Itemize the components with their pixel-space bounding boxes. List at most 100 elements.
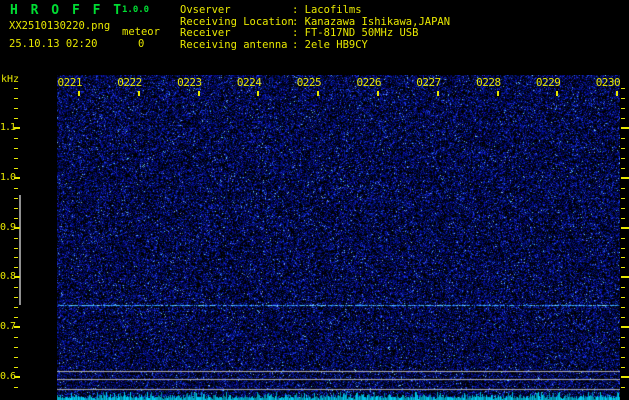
freq-minor-tick-right: [621, 147, 625, 149]
freq-minor-tick-right: [621, 157, 625, 159]
freq-minor-tick-left: [14, 118, 18, 120]
time-tick-label: 0222: [117, 76, 142, 89]
freq-minor-tick-right: [621, 247, 625, 249]
freq-minor-tick-right: [621, 386, 625, 388]
time-tick-label: 0223: [177, 76, 202, 89]
freq-major-tick-left: [14, 226, 20, 229]
freq-major-tick-left: [14, 176, 20, 179]
freq-major-tick-left: [14, 326, 20, 329]
freq-major-tick-right: [621, 226, 629, 229]
time-tick-mark: [377, 91, 379, 96]
freq-minor-tick-right: [621, 337, 625, 339]
app-title: H R O F F T: [10, 3, 124, 18]
info-separator: :: [292, 27, 305, 40]
freq-minor-tick-left: [14, 217, 18, 219]
freq-major-tick-right: [621, 326, 629, 329]
time-tick-label: 0221: [57, 76, 83, 89]
freq-minor-tick-left: [14, 386, 18, 388]
time-tick-mark: [257, 91, 260, 96]
freq-minor-tick-left: [14, 247, 18, 249]
time-tick-label: 0225: [296, 76, 322, 89]
info-value-location: Kanazawa Ishikawa,JAPAN: [304, 15, 451, 28]
freq-minor-tick-right: [621, 287, 625, 289]
time-tick-label: 0228: [476, 76, 501, 89]
freq-tick-label: 0.8: [0, 271, 16, 283]
freq-minor-tick-left: [14, 167, 18, 169]
info-separator: :: [292, 15, 305, 28]
freq-minor-tick-right: [621, 367, 625, 369]
freq-minor-tick-right: [621, 167, 625, 169]
freq-tick-label: 1.1: [0, 122, 16, 133]
freq-minor-tick-left: [14, 108, 18, 110]
info-row-antenna: Receiving antenna: 2ele HB9CY: [180, 39, 450, 52]
info-separator: :: [292, 39, 305, 52]
freq-minor-tick-left: [14, 347, 18, 349]
time-tick-mark: [616, 91, 619, 96]
info-value-observer: Lacofilms: [304, 4, 362, 16]
freq-minor-tick-right: [621, 317, 625, 319]
time-tick-mark: [556, 91, 559, 96]
freq-major-tick-left: [14, 376, 20, 378]
station-info-table: Ovserver: Lacofilms Receiving Location: …: [180, 4, 451, 52]
freq-major-tick-right: [621, 276, 629, 279]
freq-minor-tick-left: [14, 257, 18, 259]
freq-minor-tick-right: [621, 267, 625, 269]
freq-major-tick-right: [621, 127, 629, 129]
meteor-count-value: 0: [138, 38, 145, 50]
freq-minor-tick-left: [14, 357, 18, 359]
freq-minor-tick-left: [14, 157, 18, 159]
info-separator: :: [292, 4, 305, 16]
freq-major-tick-right: [621, 376, 629, 378]
spectrogram-canvas: [57, 75, 620, 400]
freq-major-tick-left: [14, 127, 20, 129]
meteor-counter-label: meteor: [122, 26, 160, 38]
freq-minor-tick-left: [14, 137, 18, 139]
hrofft-output-window: H R O F F T 1.0.0 XX2510130220.png meteo…: [0, 0, 629, 400]
time-tick-mark: [496, 91, 499, 96]
freq-minor-tick-left: [14, 207, 18, 209]
freq-major-tick-left: [14, 276, 20, 279]
freq-minor-tick-left: [14, 317, 18, 319]
freq-minor-tick-right: [621, 217, 625, 219]
time-tick-label: 0226: [356, 76, 382, 89]
freq-minor-tick-right: [621, 297, 625, 299]
output-filename: XX2510130220.png: [9, 20, 111, 32]
time-tick-mark: [197, 91, 200, 96]
time-tick-label: 0224: [236, 76, 262, 89]
freq-tick-label: 0.6: [0, 371, 16, 382]
time-tick-mark: [436, 91, 439, 96]
info-value-antenna: 2ele HB9CY: [304, 39, 368, 52]
time-tick-mark: [137, 91, 140, 96]
freq-minor-tick-left: [14, 197, 18, 199]
freq-minor-tick-right: [621, 88, 625, 90]
time-tick-mark: [78, 91, 80, 96]
freq-minor-tick-left: [14, 88, 18, 90]
freq-minor-tick-left: [14, 237, 18, 239]
freq-minor-tick-right: [621, 98, 625, 100]
freq-minor-tick-right: [621, 207, 625, 209]
freq-minor-tick-right: [621, 307, 625, 309]
time-tick-label: 0227: [416, 76, 441, 89]
freq-minor-tick-left: [14, 98, 18, 100]
freq-minor-tick-right: [621, 237, 625, 239]
freq-minor-tick-left: [14, 287, 18, 289]
freq-minor-tick-right: [621, 257, 625, 259]
freq-minor-tick-left: [14, 337, 18, 339]
time-tick-label: 0229: [535, 76, 561, 89]
frequency-range-marker-bar: [19, 195, 21, 305]
info-label: Receiving antenna: [180, 39, 288, 52]
freq-minor-tick-right: [621, 108, 625, 110]
time-tick-mark: [317, 91, 320, 96]
app-version: 1.0.0: [122, 5, 150, 15]
freq-tick-label: 0.7: [0, 321, 16, 333]
freq-minor-tick-right: [621, 347, 625, 349]
info-label: Ovserver: [180, 4, 231, 16]
freq-minor-tick-left: [14, 187, 18, 189]
freq-minor-tick-left: [14, 147, 18, 149]
freq-minor-tick-left: [14, 267, 18, 269]
freq-minor-tick-left: [14, 307, 18, 309]
record-datetime: 25.10.13 02:20: [9, 38, 98, 50]
freq-major-tick-right: [621, 176, 629, 179]
freq-minor-tick-left: [14, 297, 18, 299]
freq-minor-tick-right: [621, 118, 625, 120]
